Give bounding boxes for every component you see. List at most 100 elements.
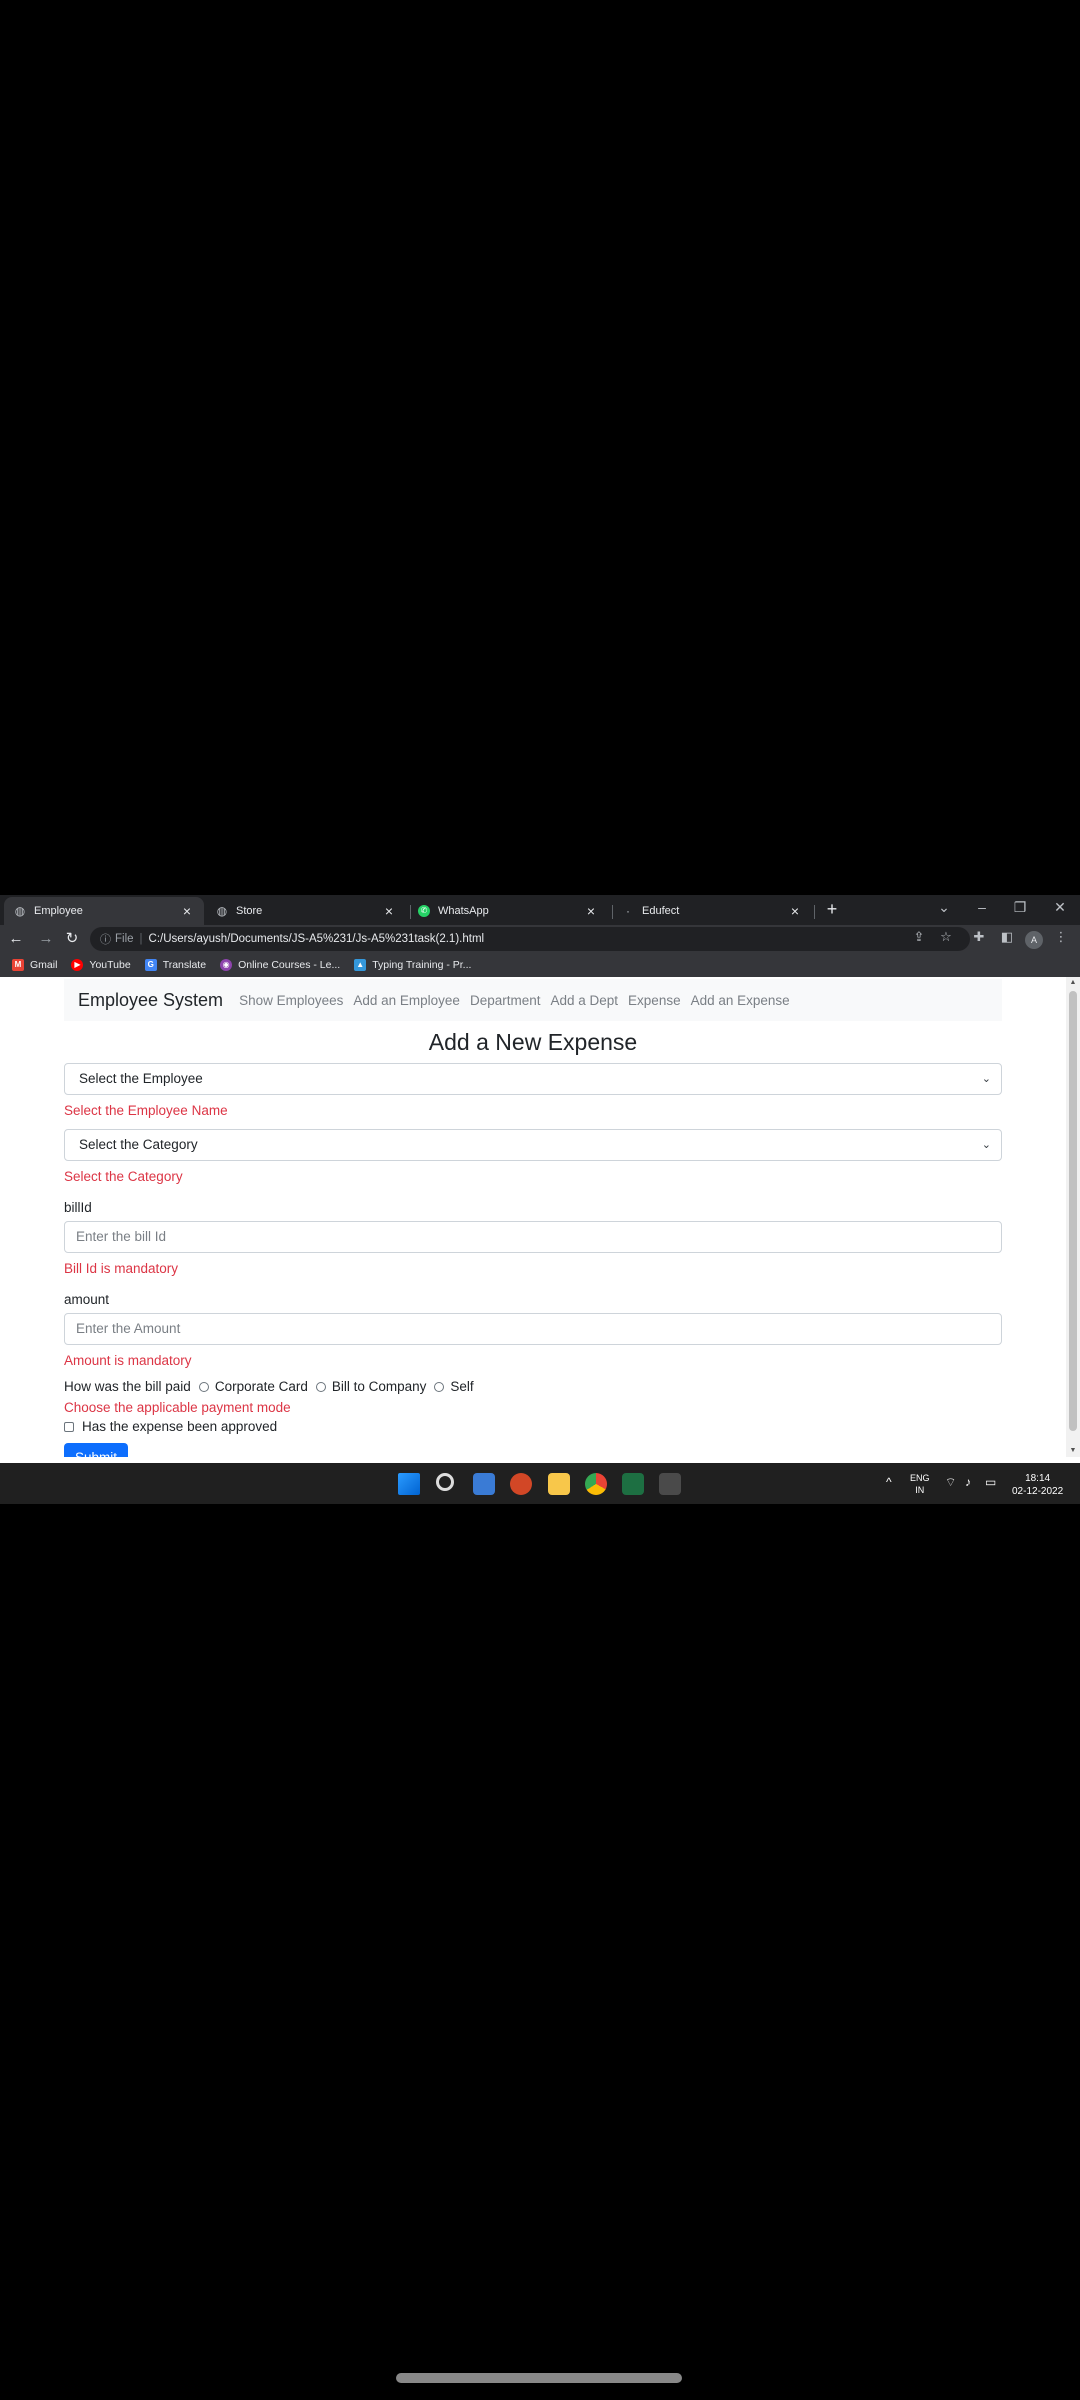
minimize-icon[interactable]: –: [970, 899, 994, 915]
nav-department[interactable]: Department: [470, 993, 541, 1008]
forward-arrow-icon[interactable]: →: [36, 929, 56, 949]
restore-icon[interactable]: ❐: [1008, 899, 1032, 916]
search-icon[interactable]: [436, 1473, 454, 1491]
amount-label: amount: [64, 1292, 110, 1307]
category-error: Select the Category: [64, 1169, 183, 1184]
close-icon[interactable]: ×: [584, 903, 598, 919]
radio-label-self[interactable]: Self: [450, 1379, 473, 1394]
battery-icon[interactable]: ▭: [985, 1475, 996, 1489]
close-icon[interactable]: ×: [382, 903, 396, 919]
bookmark-typing-training[interactable]: ▲ Typing Training - Pr...: [354, 959, 471, 971]
bookmark-translate[interactable]: G Translate: [144, 959, 207, 971]
profile-avatar[interactable]: A: [1025, 931, 1043, 949]
bookmark-label: Translate: [162, 959, 207, 971]
task-view-icon[interactable]: [473, 1473, 495, 1495]
typing-icon: ▲: [354, 959, 367, 971]
payment-mode-row: How was the bill paid Corporate Card Bil…: [64, 1379, 474, 1394]
wifi-icon[interactable]: ⌔: [945, 1475, 956, 1490]
share-icon[interactable]: ⇪: [910, 929, 928, 945]
new-tab-plus-icon[interactable]: +: [822, 899, 842, 920]
approved-row: Has the expense been approved: [64, 1419, 277, 1434]
close-icon[interactable]: ×: [180, 903, 194, 919]
globe-icon: ◍: [14, 904, 26, 918]
bookmarks-bar: M Gmail ▶ YouTube G Translate ◉ Online C…: [0, 953, 1080, 977]
excel-icon[interactable]: [622, 1473, 644, 1495]
radio-label-corporate-card[interactable]: Corporate Card: [215, 1379, 308, 1394]
chrome-icon[interactable]: [585, 1473, 607, 1495]
billid-input[interactable]: Enter the bill Id: [64, 1221, 1002, 1253]
radio-self[interactable]: [434, 1381, 445, 1392]
payment-question: How was the bill paid: [64, 1379, 191, 1394]
category-select-value: Select the Category: [79, 1137, 198, 1152]
side-panel-icon[interactable]: ◧: [998, 929, 1016, 945]
submit-button[interactable]: Submit: [64, 1443, 128, 1457]
tab-title: Store: [236, 905, 263, 917]
reload-icon[interactable]: ↻: [62, 929, 82, 949]
address-scheme-label: File: [115, 933, 134, 945]
nav-add-employee[interactable]: Add an Employee: [353, 993, 460, 1008]
tab-divider: [814, 905, 815, 919]
globe-icon: ◍: [216, 904, 228, 918]
powerpoint-icon[interactable]: [510, 1473, 532, 1495]
bookmark-label: Online Courses - Le...: [238, 959, 341, 971]
language-region: IN: [915, 1485, 925, 1495]
clock-time: 18:14: [1025, 1473, 1051, 1484]
bookmark-star-icon[interactable]: ☆: [937, 929, 955, 945]
sublime-text-icon[interactable]: [659, 1473, 681, 1495]
extensions-puzzle-icon[interactable]: ✚: [970, 929, 988, 945]
page-title: Add a New Expense: [428, 1029, 638, 1055]
amount-input[interactable]: Enter the Amount: [64, 1313, 1002, 1345]
tab-title: WhatsApp: [438, 905, 489, 917]
scroll-down-arrow-icon[interactable]: ▼: [1066, 1445, 1080, 1457]
approved-label[interactable]: Has the expense been approved: [82, 1419, 277, 1434]
navbar-brand[interactable]: Employee System: [78, 990, 223, 1011]
translate-icon: G: [144, 959, 157, 971]
clock-date: 02-12-2022: [1012, 1486, 1064, 1497]
address-url: C:/Users/ayush/Documents/JS-A5%231/Js-A5…: [148, 933, 485, 945]
scroll-up-arrow-icon[interactable]: ▲: [1066, 977, 1080, 989]
tab-title: Employee: [34, 905, 83, 917]
page-scrollbar[interactable]: ▲ ▼: [1066, 977, 1080, 1457]
nav-expense[interactable]: Expense: [628, 993, 681, 1008]
category-select[interactable]: Select the Category ⌄: [64, 1129, 1002, 1161]
gmail-icon: M: [12, 959, 24, 971]
whatsapp-icon: ✆: [418, 905, 430, 917]
radio-corporate-card[interactable]: [198, 1381, 209, 1392]
close-icon[interactable]: ×: [788, 903, 802, 919]
approved-checkbox[interactable]: [64, 1421, 74, 1432]
tab-whatsapp[interactable]: ✆ WhatsApp ×: [408, 897, 608, 925]
tab-store[interactable]: ◍ Store ×: [206, 897, 406, 925]
clock[interactable]: 18:14 02-12-2022: [1012, 1472, 1063, 1498]
nav-add-dept[interactable]: Add a Dept: [551, 993, 619, 1008]
window-close-icon[interactable]: ✕: [1048, 899, 1072, 916]
windows-start-icon[interactable]: [398, 1473, 420, 1495]
file-explorer-icon[interactable]: [548, 1473, 570, 1495]
radio-label-bill-to-company[interactable]: Bill to Company: [332, 1379, 427, 1394]
windows-taskbar: ^ ENG IN ⌔ ♪ ▭ 18:14 02-12-2022: [0, 1463, 1080, 1504]
tab-search-chevron-icon[interactable]: ⌄: [932, 899, 956, 916]
bookmark-online-courses[interactable]: ◉ Online Courses - Le...: [220, 959, 340, 971]
info-icon[interactable]: ⓘ: [100, 931, 111, 947]
bookmark-youtube[interactable]: ▶ YouTube: [71, 959, 131, 971]
kebab-menu-icon[interactable]: ⋮: [1052, 929, 1070, 945]
nav-add-expense[interactable]: Add an Expense: [691, 993, 790, 1008]
radio-bill-to-company[interactable]: [315, 1381, 326, 1392]
address-bar[interactable]: ⓘ File | C:/Users/ayush/Documents/JS-A5%…: [90, 927, 970, 951]
scrollbar-thumb[interactable]: [1069, 991, 1077, 1431]
bookmark-gmail[interactable]: M Gmail: [12, 959, 57, 971]
back-arrow-icon[interactable]: ←: [6, 929, 26, 949]
employee-select[interactable]: Select the Employee ⌄: [64, 1063, 1002, 1095]
tab-edufect[interactable]: · Edufect ×: [612, 897, 812, 925]
bookmark-label: Gmail: [30, 959, 58, 971]
payment-error: Choose the applicable payment mode: [64, 1400, 291, 1415]
gesture-home-bar[interactable]: [396, 2373, 682, 2383]
amount-placeholder: Enter the Amount: [76, 1321, 181, 1336]
tray-chevron-up-icon[interactable]: ^: [886, 1475, 892, 1489]
language-indicator[interactable]: ENG IN: [910, 1472, 930, 1496]
billid-label: billId: [64, 1200, 92, 1215]
tab-title: Edufect: [642, 905, 680, 917]
tab-employee[interactable]: ◍ Employee ×: [4, 897, 204, 925]
nav-show-employees[interactable]: Show Employees: [239, 993, 343, 1008]
chevron-down-icon: ⌄: [981, 1139, 991, 1151]
volume-icon[interactable]: ♪: [965, 1475, 971, 1489]
